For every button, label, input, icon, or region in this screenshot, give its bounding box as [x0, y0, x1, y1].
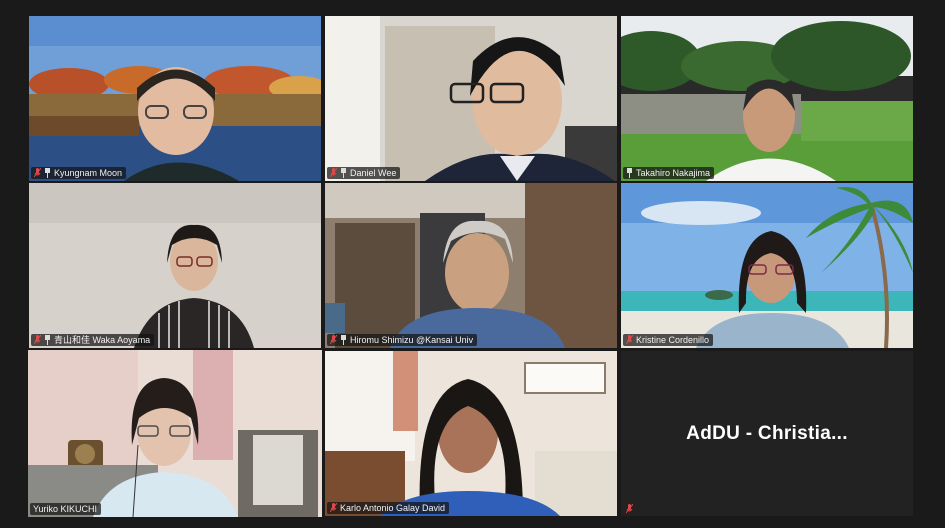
- participant-nameplate: Yuriko KIKUCHI: [30, 503, 102, 515]
- participant-name: Kristine Cordenillo: [636, 335, 710, 345]
- participant-name: 青山和佳 Waka Aoyama: [54, 335, 151, 345]
- pin-icon: [45, 335, 50, 345]
- video-tile-yuriko-kikuchi[interactable]: Yuriko KIKUCHI: [28, 350, 322, 517]
- video-tile-addu-christia[interactable]: AdDU - Christia...: [621, 351, 913, 516]
- participant-nameplate: Daniel Wee: [327, 167, 401, 179]
- mic-muted-icon: [34, 335, 41, 345]
- participant-name: Karlo Antonio Galay David: [340, 503, 446, 513]
- participant-video: [325, 351, 617, 516]
- participant-video: [29, 183, 321, 348]
- mic-muted-icon: [626, 504, 633, 514]
- participant-nameplate: [623, 504, 637, 514]
- participant-name: Daniel Wee: [350, 168, 397, 178]
- participant-nameplate: Takahiro Nakajima: [623, 167, 715, 179]
- mic-muted-icon: [330, 503, 337, 513]
- participant-video: [621, 183, 913, 348]
- participant-nameplate: Kristine Cordenillo: [623, 334, 714, 346]
- participant-video: [29, 16, 321, 181]
- mic-muted-icon: [34, 168, 41, 178]
- video-tile-karlo-david[interactable]: Karlo Antonio Galay David: [325, 351, 617, 516]
- video-tile-hiromu-shimizu[interactable]: Hiromu Shimizu @Kansai Univ: [325, 183, 617, 348]
- video-tile-daniel-wee[interactable]: Daniel Wee: [325, 16, 617, 181]
- participant-nameplate: Kyungnam Moon: [31, 167, 127, 179]
- pin-icon: [341, 168, 346, 178]
- video-tile-kristine-cordenillo[interactable]: Kristine Cordenillo: [621, 183, 913, 348]
- pin-icon: [341, 335, 346, 345]
- video-tile-takahiro-nakajima[interactable]: Takahiro Nakajima: [621, 16, 913, 181]
- mic-muted-icon: [626, 335, 633, 345]
- gallery-view: Kyungnam Moon Daniel Wee Takahiro Nakaji…: [0, 0, 945, 528]
- participant-nameplate: Karlo Antonio Galay David: [327, 502, 450, 514]
- participant-name: Takahiro Nakajima: [636, 168, 711, 178]
- participant-name: Hiromu Shimizu @Kansai Univ: [350, 335, 474, 345]
- participant-display-name: AdDU - Christia...: [686, 422, 848, 444]
- participant-name: Yuriko KIKUCHI: [33, 504, 98, 514]
- pin-icon: [627, 168, 632, 178]
- participant-video: [325, 183, 617, 348]
- participant-name: Kyungnam Moon: [54, 168, 123, 178]
- video-tile-waka-aoyama[interactable]: 青山和佳 Waka Aoyama: [29, 183, 321, 348]
- pin-icon: [45, 168, 50, 178]
- mic-muted-icon: [330, 168, 337, 178]
- participant-nameplate: Hiromu Shimizu @Kansai Univ: [327, 334, 478, 346]
- participant-video: [28, 350, 322, 517]
- participant-video: [621, 16, 913, 181]
- participant-nameplate: 青山和佳 Waka Aoyama: [31, 334, 155, 346]
- mic-muted-icon: [330, 335, 337, 345]
- participant-video: [325, 16, 617, 181]
- video-tile-kyungnam-moon[interactable]: Kyungnam Moon: [29, 16, 321, 181]
